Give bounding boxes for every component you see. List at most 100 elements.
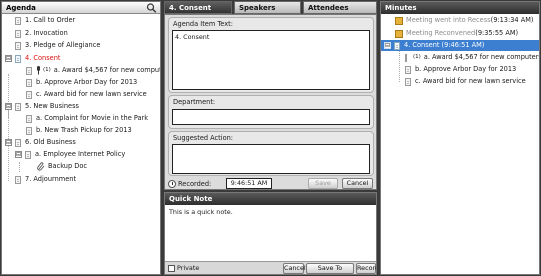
agenda-item-text-field[interactable]: 4. Consent (172, 30, 370, 90)
tab-label: Attendees (308, 4, 349, 12)
tab-attendees[interactable]: Attendees (303, 1, 377, 14)
suggested-action-group: Suggested Action: (168, 131, 374, 176)
collapse-toggle[interactable]: ⊟ (5, 55, 12, 62)
agenda-item-text-value: 4. Consent (175, 33, 210, 41)
speaker-count: (1) (413, 54, 421, 60)
agenda-item-label: a. Award $4,567 for new computers (53, 66, 161, 74)
suggested-action-field[interactable] (172, 144, 370, 174)
agenda-item-movie-complaint[interactable]: a. Complaint for Movie in the Park (26, 113, 148, 124)
recorded-label: Recorded: (178, 179, 212, 188)
document-icon (26, 114, 32, 123)
cancel-button[interactable]: Cancel (342, 178, 373, 189)
record-button[interactable]: Record (356, 263, 376, 274)
agenda-item-label: b. New Trash Pickup for 2013 (36, 126, 132, 134)
agenda-item-label: b. Approve Arbor Day for 2013 (36, 78, 138, 86)
microphone-icon (37, 66, 40, 75)
agenda-item-label: a. Employee Internet Policy (35, 150, 126, 158)
save-button[interactable]: Save (308, 178, 338, 189)
quick-note-textarea[interactable]: This is a quick note. (165, 205, 376, 263)
tab-label: Speakers (239, 4, 276, 12)
quick-note-panel: Quick Note This is a quick note. Private… (164, 192, 377, 275)
cancel-button-label: Cancel (346, 179, 369, 187)
agenda-item-label: 2. Invocation (25, 29, 68, 37)
agenda-item-consent[interactable]: ⊟ 4. Consent (5, 53, 60, 64)
document-icon (15, 29, 21, 38)
agenda-item-label: 6. Old Business (25, 138, 76, 146)
quick-note-text: This is a quick note. (169, 208, 233, 216)
agenda-item-label: 5. New Business (25, 102, 79, 110)
item-tabs: 4. Consent Speakers Attendees (164, 1, 377, 14)
save-to-selected-label: Save To Selected (316, 264, 344, 274)
recorded-row: Recorded: 9:46:51 AM Save Cancel (168, 178, 374, 189)
agenda-item-new-business[interactable]: ⊟ 5. New Business (5, 101, 79, 112)
collapse-toggle[interactable]: ⊟ (15, 151, 22, 158)
minutes-item-award-computers[interactable]: (1) a. Award $4,567 for new computers (381, 52, 539, 63)
agenda-item-invocation[interactable]: 2. Invocation (15, 28, 68, 39)
minutes-item-label: a. Award $4,567 for new computers (423, 53, 540, 61)
tab-label: 4. Consent (169, 4, 212, 12)
agenda-item-text-label: Agenda Item Text: (173, 20, 233, 28)
event-icon (395, 16, 403, 25)
agenda-item-old-business[interactable]: ⊟ 6. Old Business (5, 137, 76, 148)
document-icon (15, 16, 21, 25)
document-icon (405, 65, 411, 74)
agenda-item-call-to-order[interactable]: 1. Call to Order (15, 15, 75, 26)
document-icon (394, 41, 400, 50)
department-group: Department: (168, 95, 374, 129)
quick-note-footer: Private Cancel Save To Selected Record (165, 261, 376, 274)
department-field[interactable] (172, 109, 370, 125)
collapse-toggle[interactable]: ⊟ (5, 139, 12, 146)
agenda-item-pledge[interactable]: 3. Pledge of Allegiance (15, 40, 100, 51)
event-time: (9:13:34 AM) (490, 16, 534, 24)
recorded-time-value: 9:46:51 AM (230, 179, 268, 187)
department-label: Department: (173, 98, 216, 106)
attachment-label: Backup Doc (48, 162, 88, 170)
minutes-item-label: c. Award bid for new lawn service (415, 77, 526, 85)
agenda-panel: Agenda 1. Call to Order 2. Invocation 3.… (1, 1, 161, 275)
event-label: Meeting Reconvened (406, 29, 476, 37)
agenda-item-label: c. Award bid for new lawn service (36, 90, 147, 98)
agenda-header: Agenda (2, 2, 160, 14)
cancel-button-label: Cancel (284, 264, 306, 272)
agenda-item-internet-policy[interactable]: ⊟ a. Employee Internet Policy (15, 149, 125, 160)
minutes-event-recess[interactable]: Meeting went into Recess (9:13:34 AM) (381, 15, 539, 26)
collapse-toggle[interactable]: ⊟ (384, 42, 391, 49)
minutes-item-arbor-day[interactable]: b. Approve Arbor Day for 2013 (381, 64, 539, 75)
tab-consent[interactable]: 4. Consent (164, 1, 232, 14)
agenda-item-lawn-service[interactable]: c. Award bid for new lawn service (26, 89, 147, 100)
agenda-item-label: a. Complaint for Movie in the Park (36, 114, 149, 122)
document-icon (15, 175, 21, 184)
private-label: Private (177, 264, 200, 272)
agenda-item-trash-pickup[interactable]: b. New Trash Pickup for 2013 (26, 125, 132, 136)
quick-note-cancel-button[interactable]: Cancel (283, 263, 306, 274)
suggested-action-label: Suggested Action: (173, 134, 234, 142)
agenda-item-label: 4. Consent (25, 54, 61, 62)
paperclip-icon (37, 162, 45, 171)
minutes-event-reconvened[interactable]: Meeting Reconvened (9:35:55 AM) (381, 28, 539, 39)
save-to-selected-button[interactable]: Save To Selected (306, 263, 354, 274)
agenda-item-award-computers[interactable]: (1) a. Award $4,567 for new computers (26, 65, 161, 76)
minutes-item-lawn-service[interactable]: c. Award bid for new lawn service (381, 76, 539, 87)
document-icon (15, 102, 21, 111)
record-button-label: Record (357, 264, 377, 272)
collapse-toggle[interactable]: ⊟ (5, 103, 12, 110)
agenda-title: Agenda (6, 4, 36, 12)
speaker-count: (1) (43, 67, 51, 73)
document-icon (405, 77, 411, 86)
tab-speakers[interactable]: Speakers (234, 1, 301, 14)
attachment-backup-doc[interactable]: Backup Doc (37, 161, 87, 172)
search-icon[interactable] (146, 3, 157, 13)
private-checkbox[interactable] (168, 265, 175, 272)
agenda-item-adjournment[interactable]: 7. Adjournment (15, 174, 76, 185)
agenda-item-form: Agenda Item Text: 4. Consent Department:… (164, 14, 377, 190)
minutes-panel: Minutes Meeting went into Recess (9:13:3… (380, 1, 540, 275)
agenda-item-arbor-day[interactable]: b. Approve Arbor Day for 2013 (26, 77, 137, 88)
quick-note-header: Quick Note (165, 193, 376, 205)
minutes-item-consent[interactable]: ⊟ 4. Consent (9:46:51 AM) (381, 40, 539, 51)
agenda-item-label: 3. Pledge of Allegiance (25, 41, 101, 49)
document-icon (26, 66, 32, 75)
document-icon (26, 78, 32, 87)
recorded-time-field[interactable]: 9:46:51 AM (226, 178, 272, 189)
event-label: Meeting went into Recess (406, 16, 491, 24)
document-icon (15, 54, 21, 63)
